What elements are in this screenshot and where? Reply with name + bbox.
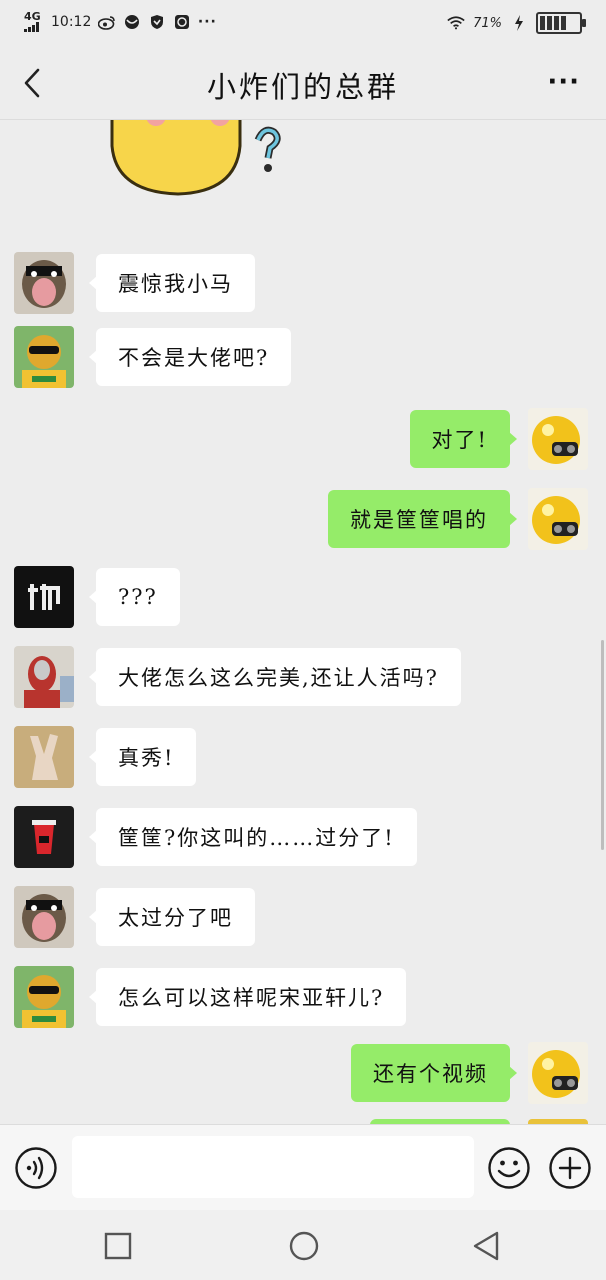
plus-icon [549,1147,591,1189]
home-button[interactable] [288,1230,320,1262]
message-bubble[interactable]: 大佬怎么这么完美,还让人活吗? [89,648,461,706]
dog-avatar[interactable] [14,252,74,314]
voice-button[interactable] [14,1146,58,1190]
status-bar: 4G 10:12 ··· 71% [0,0,606,46]
more-functions-button[interactable] [548,1146,592,1190]
yellow-chick-avatar[interactable] [528,408,588,470]
hand-avatar[interactable] [14,726,74,788]
input-bar [0,1124,606,1210]
weibo-icon [98,14,116,30]
wifi-icon [447,15,465,31]
message-bubble[interactable]: 还有个视频 [351,1044,517,1102]
yellow-chick-avatar[interactable] [528,488,588,550]
message-bubble[interactable]: 太过分了吧 [89,888,255,946]
sunglasses-avatar[interactable] [14,966,74,1028]
cellular-signal-icon: 4G [24,11,44,32]
more-notifications-icon: ··· [197,14,217,30]
message-bubble[interactable]: ??? [89,568,180,626]
message-bubble[interactable]: 不会是大佬吧? [88,328,292,386]
qq-icon [173,14,191,30]
cup-avatar[interactable] [14,806,74,868]
emoji-icon [488,1147,530,1189]
message-bubble[interactable]: 筐筐?你这叫的……过分了! [89,808,417,866]
dog-avatar[interactable] [14,886,74,948]
charging-icon [510,15,528,31]
more-options-button[interactable]: ··· [547,69,580,95]
message-bubble[interactable]: 对了! [409,410,518,468]
message-bubble[interactable]: 就是筐筐唱的 [328,490,517,548]
message-bubble[interactable]: 震惊我小马 [89,254,255,312]
message-bubble[interactable]: 怎么可以这样呢宋亚轩儿? [88,968,407,1026]
vpn-icon [148,14,166,30]
group-title: 小炸们的总群 [206,70,399,104]
square-icon [104,1232,132,1260]
circle-icon [289,1231,319,1261]
triangle-back-icon [473,1231,499,1261]
yellow-chick-avatar[interactable] [528,1042,588,1104]
recent-apps-button[interactable] [102,1230,134,1262]
chat-header: 小炸们的总群 ··· [0,46,606,120]
system-nav-bar [0,1210,606,1280]
voice-icon [15,1147,57,1189]
sunglasses-avatar[interactable] [14,326,74,388]
message-list[interactable]: 震惊我小马 不会是大佬吧? 对了! 就是筐筐唱的 ??? 大佬怎么这么完美,还让… [0,120,606,1124]
ultraman-avatar[interactable] [14,646,74,708]
shuai-avatar[interactable] [14,566,74,628]
battery-icon [536,12,586,34]
duck-sticker [108,120,308,216]
battery-percent: 71% [473,15,502,31]
scrollbar[interactable] [601,640,604,850]
message-input[interactable] [72,1136,474,1198]
system-back-button[interactable] [470,1230,502,1262]
message-bubble[interactable]: 真秀! [88,728,197,786]
status-time: 10:12 [51,14,92,30]
emoji-button[interactable] [487,1146,531,1190]
app-icon [123,14,141,30]
